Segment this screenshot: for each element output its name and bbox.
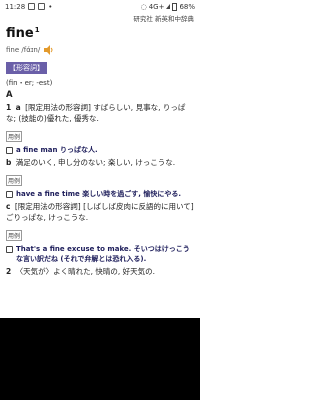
part-of-speech-tag: 【形容詞】 <box>6 62 47 74</box>
sense-text: 〈天気が〉よく晴れた, 快晴の, 好天気の. <box>15 267 156 276</box>
inflection-forms: (fin・er; -est) <box>6 79 53 87</box>
example-row: have a fine time 楽しい時を過ごす, 愉快にやる. <box>6 189 194 199</box>
mute-icon: ◌ <box>140 2 147 11</box>
sense-text: 満足のいく, 申し分のない; 楽しい, けっこうな. <box>15 158 176 167</box>
dictionary-source: 研究社 新英和中辞典 <box>133 15 194 23</box>
example-tag: 用例 <box>6 175 23 186</box>
sense-text: [限定用法の形容詞] [しばしば皮肉に反語的に用いて] ごりっぱな, けっこうな… <box>6 202 194 222</box>
example-text[interactable]: a fine man りっぱな人. <box>16 145 98 155</box>
speaker-icon[interactable] <box>43 45 54 55</box>
network-type: 4G+ <box>148 2 165 11</box>
example-icon <box>6 191 13 198</box>
black-overlay <box>0 318 200 400</box>
example-text[interactable]: That's a fine excuse to make. そいつはけっこうな言… <box>16 244 194 264</box>
headword-text: fine <box>6 26 34 41</box>
pronunciation: fine /fάɪn/ <box>6 46 41 54</box>
sense-2: 2 〈天気が〉よく晴れた, 快晴の, 好天気の. <box>6 266 194 277</box>
battery-icon <box>172 2 178 11</box>
signal-icon <box>166 4 171 9</box>
example-row: a fine man りっぱな人. <box>6 145 194 155</box>
time: 11:28 <box>5 2 26 11</box>
sense-letter: c <box>6 202 11 211</box>
example-row: That's a fine excuse to make. そいつはけっこうな言… <box>6 244 194 264</box>
sense-letter: b <box>6 158 12 167</box>
headword-superscript: 1 <box>34 26 40 34</box>
headword: fine 1 <box>6 26 194 41</box>
status-bar: 11:28 • ◌ 4G+ 68% <box>0 0 200 13</box>
sense-number: 1 <box>6 103 12 112</box>
dots-icon: • <box>48 2 53 11</box>
sense-text: [限定用法の形容詞] すばらしい, 見事な, りっぱな; (技能の)優れた, 優… <box>6 103 186 123</box>
sense-number: 2 <box>6 267 12 276</box>
pronunciation-row: fine /fάɪn/ <box>6 45 194 55</box>
section-label: A <box>6 90 13 100</box>
example-tag: 用例 <box>6 131 23 142</box>
example-icon <box>6 147 13 154</box>
notification-icon <box>28 3 36 10</box>
sense-1b: b 満足のいく, 申し分のない; 楽しい, けっこうな. <box>6 157 194 168</box>
sense-1a: 1 a [限定用法の形容詞] すばらしい, 見事な, りっぱな; (技能の)優れ… <box>6 102 194 124</box>
notification-icon <box>38 3 46 10</box>
battery-percent: 68% <box>179 2 195 11</box>
sense-letter: a <box>15 103 21 112</box>
example-icon <box>6 246 13 253</box>
example-text[interactable]: have a fine time 楽しい時を過ごす, 愉快にやる. <box>16 189 181 199</box>
sense-1c: c [限定用法の形容詞] [しばしば皮肉に反語的に用いて] ごりっぱな, けっこ… <box>6 201 194 223</box>
entry-content: fine 1 fine /fάɪn/ 【形容詞】 (fin・er; -est) … <box>6 26 194 277</box>
example-tag: 用例 <box>6 230 23 241</box>
